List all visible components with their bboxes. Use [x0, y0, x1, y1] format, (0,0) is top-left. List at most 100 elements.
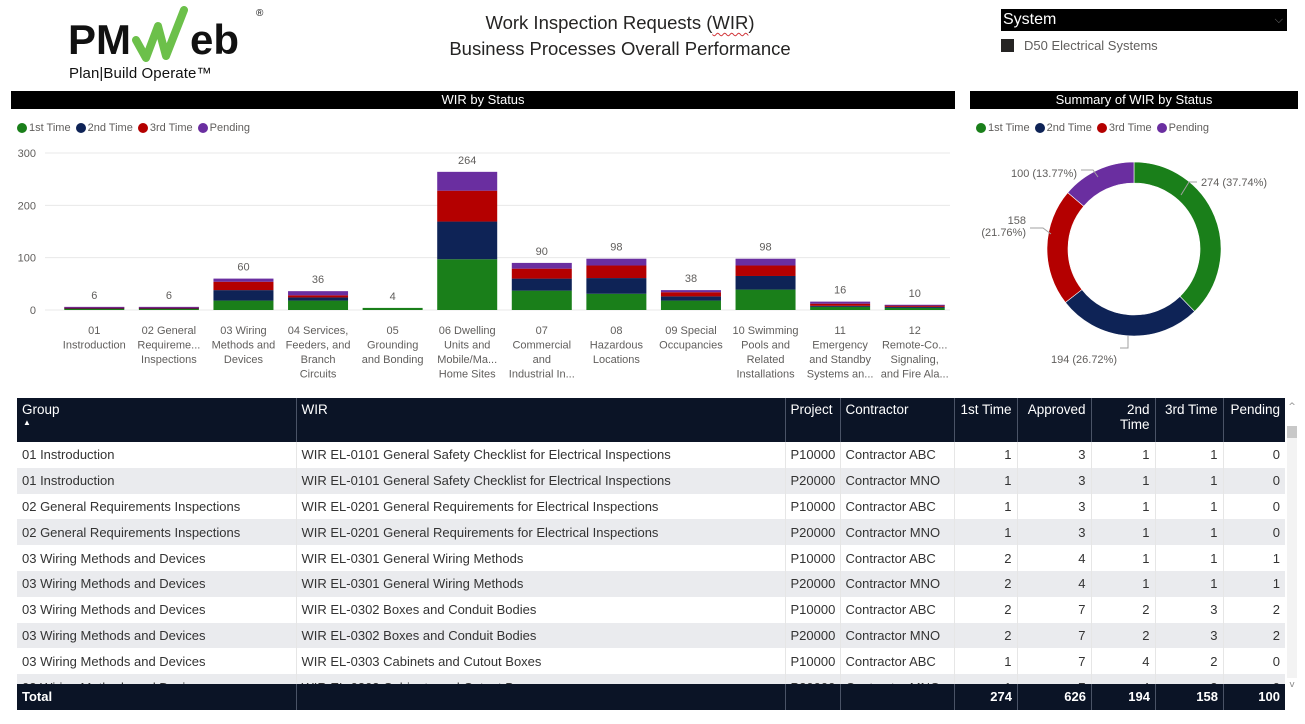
- bar-segment-3rd-time[interactable]: [660, 292, 721, 297]
- bar-segment-2nd-time[interactable]: [288, 297, 349, 301]
- scroll-thumb[interactable]: [1287, 426, 1297, 438]
- bar-segment-pending[interactable]: [586, 258, 647, 266]
- legend-item-1st-time[interactable]: 1st Time: [976, 122, 1030, 134]
- bar-segment-1st-time[interactable]: [660, 300, 721, 310]
- bar-stack[interactable]: [884, 304, 945, 310]
- legend-item-3rd-time[interactable]: 3rd Time: [1096, 122, 1152, 134]
- bar-segment-1st-time[interactable]: [138, 308, 199, 310]
- bar-segment-2nd-time[interactable]: [213, 290, 274, 301]
- table-row[interactable]: 01 Instroduction WIR EL-0101 General Safe…: [17, 442, 1285, 468]
- bar-segment-1st-time[interactable]: [511, 290, 572, 310]
- scroll-up-icon[interactable]: ^: [1286, 402, 1298, 412]
- bar-stack[interactable]: [810, 301, 871, 310]
- bar-segment-3rd-time[interactable]: [810, 303, 871, 306]
- slicer-checkbox[interactable]: [1001, 38, 1014, 52]
- table-row[interactable]: 02 General Requirements Inspections WIR E…: [17, 493, 1285, 520]
- sort-ascending-icon[interactable]: ▲: [23, 418, 31, 427]
- bar-stack[interactable]: [213, 278, 274, 310]
- bar-stack[interactable]: [437, 171, 498, 310]
- column-header-group[interactable]: Group ▲: [17, 398, 296, 442]
- table-scrollbar[interactable]: ^ v: [1286, 400, 1298, 690]
- system-slicer[interactable]: System ⌵ D50 Electrical Systems: [1001, 9, 1287, 53]
- bar-segment-2nd-time[interactable]: [511, 278, 572, 291]
- slicer-header[interactable]: System ⌵: [1001, 9, 1287, 31]
- donut-slice-pending[interactable]: [1067, 161, 1135, 207]
- bar-segment-pending[interactable]: [437, 171, 498, 191]
- x-category-label-line: 03 Wiring: [220, 325, 266, 337]
- bar-segment-pending[interactable]: [64, 306, 125, 308]
- column-header-project[interactable]: Project: [784, 398, 840, 442]
- bar-segment-pending[interactable]: [735, 258, 796, 266]
- bar-segment-2nd-time[interactable]: [437, 221, 498, 260]
- legend-item-3rd-time[interactable]: 3rd Time: [137, 122, 193, 134]
- bar-segment-3rd-time[interactable]: [288, 295, 349, 298]
- slicer-item[interactable]: D50 Electrical Systems: [1001, 37, 1287, 53]
- bar-segment-1st-time[interactable]: [288, 300, 349, 310]
- column-header-pending[interactable]: Pending: [1222, 398, 1285, 442]
- bar-segment-1st-time[interactable]: [810, 306, 871, 310]
- column-header-wir[interactable]: WIR: [295, 398, 785, 442]
- bar-segment-2nd-time[interactable]: [660, 296, 721, 301]
- bar-segment-1st-time[interactable]: [64, 308, 125, 310]
- bar-segment-1st-time[interactable]: [362, 307, 423, 310]
- y-tick-label: 100: [18, 253, 36, 265]
- table-row[interactable]: 02 General Requirements Inspections WIR E…: [17, 519, 1285, 546]
- bar-segment-pending[interactable]: [810, 301, 871, 304]
- bar-stack[interactable]: [288, 291, 349, 310]
- legend-dot-icon: [1096, 123, 1107, 133]
- total-3rd-time: 158: [1155, 684, 1223, 710]
- bar-segment-pending[interactable]: [884, 304, 945, 306]
- bar-segment-2nd-time[interactable]: [810, 305, 871, 307]
- legend-item-2nd-time[interactable]: 2nd Time: [75, 122, 133, 134]
- column-header-contractor[interactable]: Contractor: [839, 398, 954, 442]
- bar-segment-1st-time[interactable]: [586, 293, 647, 310]
- column-header-2nd-time[interactable]: 2nd Time: [1090, 398, 1155, 442]
- bar-stack[interactable]: [511, 262, 572, 310]
- table-row[interactable]: 03 Wiring Methods and Devices WIR EL-0302…: [17, 596, 1285, 623]
- table-row[interactable]: 01 Instroduction WIR EL-0101 General Safe…: [17, 467, 1285, 494]
- legend-item-2nd-time[interactable]: 2nd Time: [1034, 122, 1092, 134]
- column-header-3rd-time[interactable]: 3rd Time: [1154, 398, 1223, 442]
- logo-mark: PM eb: [68, 6, 239, 63]
- bar-segment-1st-time[interactable]: [213, 300, 274, 310]
- legend-item-pending[interactable]: Pending: [197, 122, 250, 134]
- bar-segment-3rd-time[interactable]: [735, 265, 796, 276]
- bar-segment-1st-time[interactable]: [437, 259, 498, 310]
- column-header-approved[interactable]: Approved: [1016, 398, 1091, 442]
- bar-segment-2nd-time[interactable]: [735, 275, 796, 290]
- bar-segment-pending[interactable]: [660, 290, 721, 293]
- bar-segment-3rd-time[interactable]: [511, 268, 572, 279]
- bar-segment-pending[interactable]: [213, 278, 274, 282]
- bar-segment-2nd-time[interactable]: [884, 306, 945, 308]
- scroll-down-icon[interactable]: v: [1286, 680, 1298, 690]
- bar-segment-1st-time[interactable]: [735, 289, 796, 310]
- table-row[interactable]: 03 Wiring Methods and Devices WIR EL-0301…: [17, 545, 1285, 571]
- bar-stack[interactable]: [735, 258, 796, 310]
- bar-segment-pending[interactable]: [288, 291, 349, 296]
- cell-wir: WIR EL-0302 Boxes and Conduit Bodies: [295, 622, 785, 649]
- bar-stack[interactable]: [64, 306, 125, 310]
- bar-stack[interactable]: [362, 307, 423, 310]
- bar-segment-3rd-time[interactable]: [437, 190, 498, 222]
- donut-slice-3rd-time[interactable]: [1046, 192, 1085, 303]
- bar-stack[interactable]: [586, 258, 647, 310]
- bar-segment-3rd-time[interactable]: [213, 281, 274, 291]
- bar-segment-3rd-time[interactable]: [586, 265, 647, 279]
- cell-project: P10000: [784, 442, 840, 468]
- donut-slice-2nd-time[interactable]: [1064, 289, 1196, 337]
- bar-stack[interactable]: [660, 290, 721, 310]
- table-row[interactable]: 03 Wiring Methods and Devices WIR EL-0301…: [17, 570, 1285, 597]
- scroll-track[interactable]: [1287, 426, 1297, 678]
- bar-segment-2nd-time[interactable]: [586, 278, 647, 294]
- bar-stack[interactable]: [138, 306, 199, 310]
- bar-segment-pending[interactable]: [511, 262, 572, 269]
- table-row[interactable]: 03 Wiring Methods and DevicesWIR EL-0303…: [17, 648, 1285, 675]
- bar-segment-pending[interactable]: [138, 306, 199, 308]
- legend-item-pending[interactable]: Pending: [1156, 122, 1209, 134]
- cell-pending: 0: [1222, 442, 1285, 468]
- chevron-down-icon[interactable]: ⌵: [1275, 9, 1283, 31]
- legend-item-1st-time[interactable]: 1st Time: [17, 122, 71, 134]
- table-row[interactable]: 03 Wiring Methods and Devices WIR EL-0302…: [17, 622, 1285, 649]
- column-header-1st-time[interactable]: 1st Time: [953, 398, 1017, 442]
- bar-segment-1st-time[interactable]: [884, 307, 945, 310]
